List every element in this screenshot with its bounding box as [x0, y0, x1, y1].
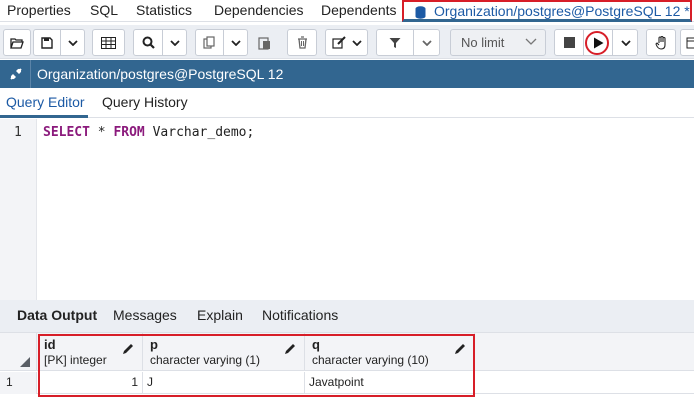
result-grid: id [PK] integer p character varying (1) … — [0, 332, 694, 398]
filter-icon — [389, 37, 401, 48]
column-type: [PK] integer — [44, 353, 107, 367]
view-grid-button[interactable] — [92, 29, 125, 56]
trash-icon — [297, 36, 307, 49]
filter-dropdown[interactable] — [414, 30, 440, 55]
tab-statistics[interactable]: Statistics — [136, 2, 192, 18]
filter-button[interactable] — [377, 30, 413, 55]
stop-button[interactable] — [555, 30, 583, 55]
column-header-q[interactable]: q character varying (10) — [305, 333, 475, 371]
sql-editor[interactable]: 1 SELECT * FROM Varchar_demo; — [0, 119, 694, 300]
tab-messages[interactable]: Messages — [113, 307, 177, 323]
sql-text: * — [89, 125, 114, 140]
edit-icon — [331, 36, 346, 49]
column-name: p — [150, 337, 158, 352]
chevron-down-icon — [231, 39, 241, 46]
pencil-icon[interactable] — [284, 343, 296, 355]
panel-button[interactable] — [680, 29, 694, 56]
save-dropdown[interactable] — [61, 30, 85, 55]
pencil-icon[interactable] — [454, 343, 466, 355]
copy-dropdown[interactable] — [224, 30, 248, 55]
save-button[interactable] — [34, 30, 60, 55]
filter-button-group — [376, 29, 440, 56]
output-panel: Data Output Messages Explain Notificatio… — [0, 300, 694, 398]
connection-label: Organization/postgres@PostgreSQL 12 — [37, 66, 284, 82]
row-limit-select[interactable]: No limit — [450, 29, 546, 56]
copy-icon — [203, 36, 215, 49]
sql-code-line[interactable]: SELECT * FROM Varchar_demo; — [43, 125, 254, 140]
tab-properties[interactable]: Properties — [7, 2, 71, 18]
chevron-down-icon — [525, 34, 537, 49]
tab-query-editor[interactable]: Query Editor — [6, 94, 85, 110]
open-file-button[interactable] — [3, 29, 31, 56]
delete-button[interactable] — [287, 29, 317, 56]
hand-icon — [654, 35, 666, 50]
macros-button[interactable] — [646, 29, 676, 56]
copy-button[interactable] — [196, 30, 223, 55]
query-tab-bar: Query Editor Query History — [0, 88, 694, 118]
tab-dependents[interactable]: Dependents — [321, 2, 397, 18]
tab-query-history[interactable]: Query History — [102, 94, 188, 110]
top-tab-bar: Properties SQL Statistics Dependencies D… — [0, 0, 694, 22]
active-tab-indicator — [0, 115, 88, 118]
copy-button-group — [195, 29, 248, 56]
table-cell[interactable]: 1 — [37, 372, 143, 394]
line-number: 1 — [14, 125, 22, 140]
grid-icon — [101, 36, 116, 49]
save-button-group — [33, 29, 85, 56]
row-number[interactable]: 1 — [0, 372, 37, 394]
paste-button[interactable] — [250, 29, 278, 56]
sql-keyword: SELECT — [43, 125, 90, 140]
divider — [30, 60, 31, 88]
stop-icon — [563, 37, 575, 48]
tab-notifications[interactable]: Notifications — [262, 307, 338, 323]
column-name: id — [44, 337, 56, 352]
panel-icon — [686, 37, 694, 48]
tab-explain[interactable]: Explain — [197, 307, 243, 323]
save-icon — [41, 36, 53, 49]
line-number-gutter: 1 — [0, 119, 37, 300]
database-icon — [415, 6, 426, 19]
paste-icon — [257, 36, 270, 50]
column-header-id[interactable]: id [PK] integer — [37, 333, 143, 371]
connection-icon[interactable] — [8, 66, 24, 82]
tab-query-tool[interactable]: Organization/postgres@PostgreSQL 12 * — [402, 0, 692, 22]
table-cell[interactable]: J — [143, 372, 305, 394]
column-name: q — [312, 337, 320, 352]
chevron-down-icon — [351, 39, 362, 46]
tab-query-tool-label: Organization/postgres@PostgreSQL 12 * — [434, 3, 690, 19]
table-cell[interactable]: Javatpoint — [305, 372, 475, 394]
chevron-down-icon — [68, 39, 78, 46]
chevron-down-icon — [170, 39, 180, 46]
table-row[interactable]: 1 1 J Javatpoint — [0, 372, 694, 394]
column-type: character varying (10) — [312, 353, 429, 367]
tab-sql[interactable]: SQL — [90, 2, 118, 18]
chevron-down-icon — [422, 39, 432, 46]
column-type: character varying (1) — [150, 353, 261, 367]
select-all-corner[interactable] — [0, 333, 37, 371]
pencil-icon[interactable] — [122, 343, 134, 355]
corner-triangle-icon — [20, 357, 30, 367]
sql-keyword: FROM — [113, 125, 145, 140]
execute-dropdown[interactable] — [613, 30, 638, 55]
tab-data-output[interactable]: Data Output — [17, 307, 97, 323]
open-folder-icon — [10, 37, 24, 49]
search-icon — [142, 36, 155, 49]
row-limit-value: No limit — [461, 35, 505, 50]
find-button-group — [133, 29, 187, 56]
edit-button-group[interactable] — [325, 29, 368, 56]
execute-highlight-circle — [585, 31, 609, 55]
find-button[interactable] — [134, 30, 162, 55]
tab-dependencies[interactable]: Dependencies — [214, 2, 304, 18]
sql-text: Varchar_demo; — [144, 125, 255, 140]
find-dropdown[interactable] — [163, 30, 187, 55]
grid-header: id [PK] integer p character varying (1) … — [0, 333, 694, 371]
connection-bar: Organization/postgres@PostgreSQL 12 — [0, 60, 694, 88]
column-header-p[interactable]: p character varying (1) — [143, 333, 305, 371]
chevron-down-icon — [620, 39, 631, 46]
